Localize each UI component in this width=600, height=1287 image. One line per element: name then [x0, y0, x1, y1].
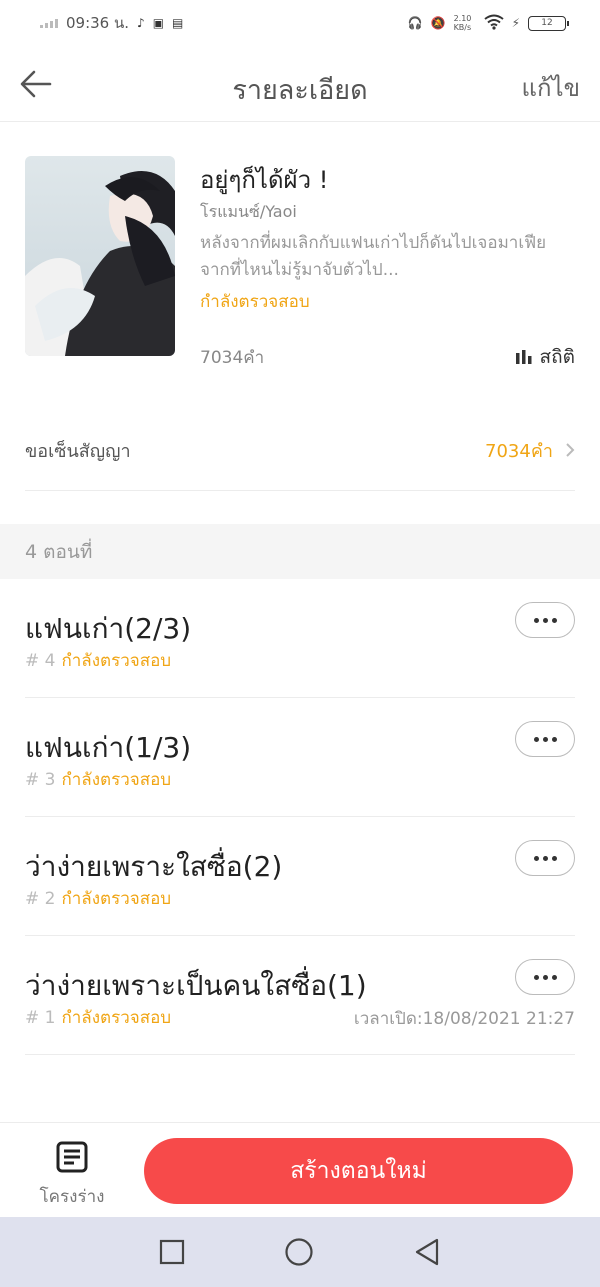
system-nav-bar: [0, 1217, 600, 1287]
outline-button[interactable]: โครงร่าง: [30, 1141, 114, 1210]
contract-row[interactable]: ขอเซ็นสัญญา 7034คำ: [25, 420, 575, 491]
back-triangle-icon[interactable]: [413, 1237, 441, 1267]
net-speed: 2.10 KB/s: [453, 14, 472, 32]
chapter-status: กำลังตรวจสอบ: [61, 770, 172, 790]
bar-chart-icon: [515, 350, 532, 364]
edit-button[interactable]: แก้ไข: [522, 68, 580, 107]
chapters-count-header: 4 ตอนที่: [0, 524, 600, 579]
book-description: หลังจากที่ผมเลิกกับแฟนเก่าไปก็ดันไปเจอมา…: [200, 233, 547, 280]
chevron-right-icon: [566, 443, 575, 457]
chapter-row[interactable]: ว่าง่ายเพราะใสซื่อ(2) # 2 กำลังตรวจสอบ: [25, 817, 575, 936]
mute-icon: 🔕: [430, 16, 446, 30]
chapter-number: # 2: [25, 889, 56, 909]
status-bar: 09:36 น. ♪ ▣ ▤ 🎧 🔕 2.10 KB/s ⚡ 12: [0, 0, 600, 46]
more-options-button[interactable]: [515, 721, 575, 757]
chapter-status: กำลังตรวจสอบ: [61, 651, 172, 671]
app-notification-icon: ▣: [152, 16, 165, 30]
page-title: รายละเอียด: [232, 75, 368, 106]
chapter-row[interactable]: แฟนเก่า(2/3) # 4 กำลังตรวจสอบ: [25, 579, 575, 698]
chapter-title: ว่าง่ายเพราะใสซื่อ(2): [25, 850, 283, 883]
chapter-title: ว่าง่ายเพราะเป็นคนใสซื่อ(1): [25, 969, 367, 1002]
document-icon: [56, 1141, 88, 1173]
chapter-title: แฟนเก่า(1/3): [25, 731, 192, 764]
book-cover-image[interactable]: [25, 156, 175, 356]
outline-label: โครงร่าง: [39, 1187, 105, 1207]
chapter-row[interactable]: แฟนเก่า(1/3) # 3 กำลังตรวจสอบ: [25, 698, 575, 817]
stats-button[interactable]: สถิติ: [515, 342, 575, 372]
stats-label: สถิติ: [539, 346, 575, 368]
book-title: อยู่ๆก็ได้ผัว !: [200, 166, 329, 194]
contract-label: ขอเซ็นสัญญา: [25, 440, 131, 462]
chapter-number: # 3: [25, 770, 56, 790]
chapter-publish-time: เวลาเปิด:18/08/2021 21:27: [353, 1009, 575, 1029]
more-options-button[interactable]: [515, 602, 575, 638]
chapter-number: # 4: [25, 651, 56, 671]
chapter-status: กำลังตรวจสอบ: [61, 1008, 172, 1028]
headphones-icon: 🎧: [407, 16, 423, 30]
charging-icon: ⚡: [511, 16, 520, 30]
tiktok-icon: ♪: [137, 16, 145, 30]
home-icon[interactable]: [284, 1237, 314, 1267]
book-status: กำลังตรวจสอบ: [200, 292, 310, 312]
gallery-notification-icon: ▤: [172, 16, 184, 30]
chapter-title: แฟนเก่า(2/3): [25, 612, 192, 645]
chapter-number: # 1: [25, 1008, 56, 1028]
recent-apps-icon[interactable]: [159, 1239, 185, 1265]
more-options-button[interactable]: [515, 840, 575, 876]
book-word-count: 7034คำ: [200, 348, 265, 368]
bottom-action-bar: โครงร่าง สร้างตอนใหม่: [0, 1122, 600, 1217]
more-options-button[interactable]: [515, 959, 575, 995]
chapter-row[interactable]: ว่าง่ายเพราะเป็นคนใสซื่อ(1) # 1 กำลังตรวจ…: [25, 936, 575, 1055]
screen: 09:36 น. ♪ ▣ ▤ 🎧 🔕 2.10 KB/s ⚡ 12 รายละเ…: [0, 0, 600, 1287]
top-app-bar: รายละเอียด แก้ไข: [0, 46, 600, 122]
status-time: 09:36 น.: [66, 14, 130, 32]
chapter-status: กำลังตรวจสอบ: [61, 889, 172, 909]
signal-icon: [40, 18, 58, 28]
create-new-chapter-button[interactable]: สร้างตอนใหม่: [144, 1138, 573, 1204]
contract-value: 7034คำ: [485, 440, 553, 462]
wifi-icon: [483, 14, 504, 33]
battery-icon: 12: [528, 15, 569, 31]
book-genre: โรแมนซ์/Yaoi: [200, 202, 297, 221]
